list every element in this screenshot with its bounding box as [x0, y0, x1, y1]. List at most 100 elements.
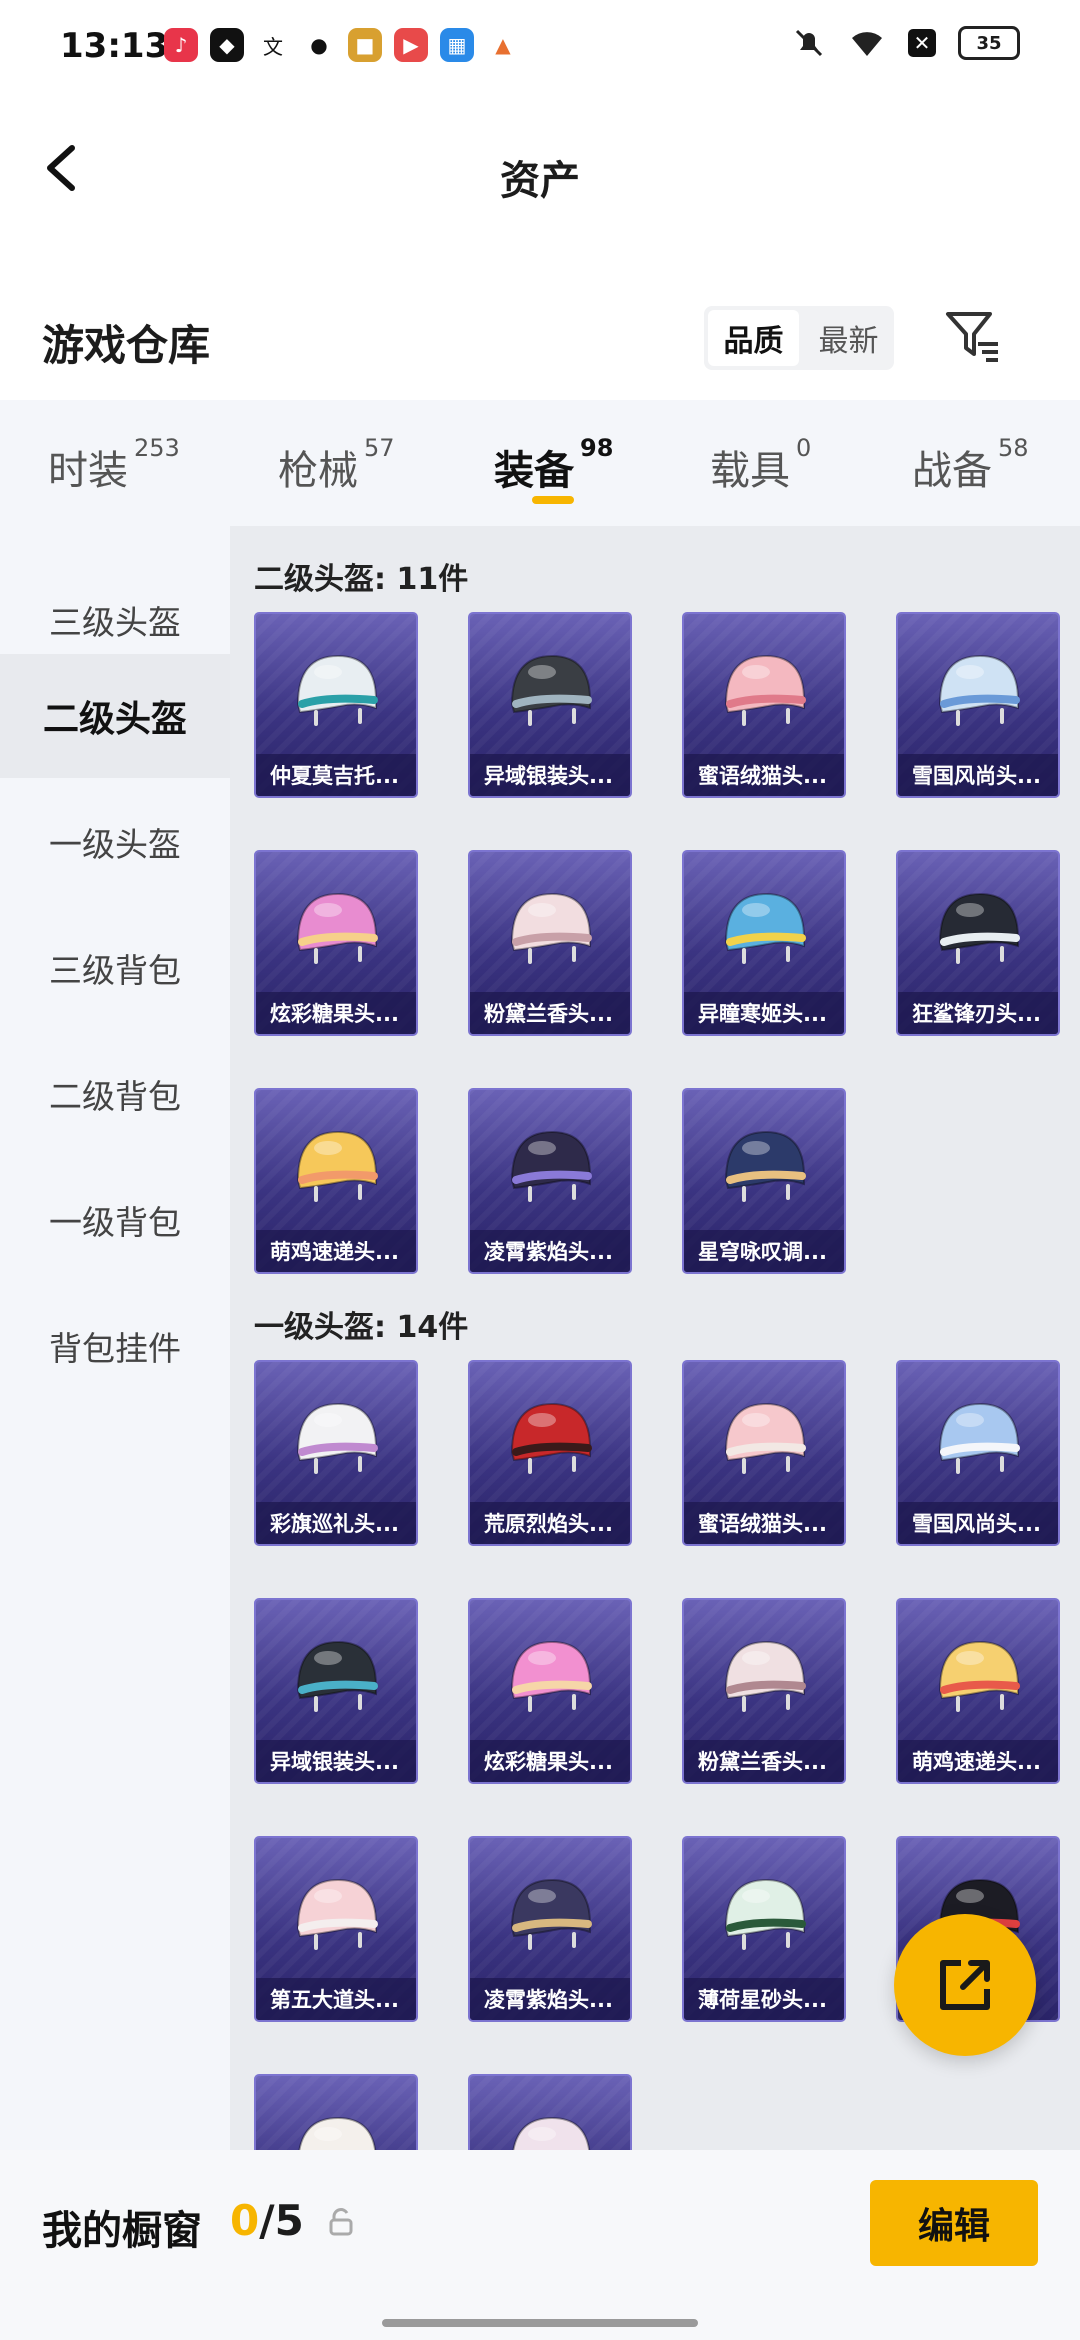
helmet-icon: [512, 2116, 591, 2150]
helmet-icon: [510, 654, 592, 726]
edit-button[interactable]: 编辑: [870, 2180, 1038, 2266]
item-name: 炫彩糖果头...: [470, 1740, 630, 1782]
sidebar-item-backpack-charm[interactable]: 背包挂件: [0, 1284, 230, 1408]
helmet-icon: [296, 1130, 378, 1202]
item-card[interactable]: 炫彩糖果头...: [254, 850, 418, 1036]
showcase-label: 我的橱窗: [42, 2208, 202, 2254]
helmet-icon: [296, 1878, 378, 1950]
tab-vehicles[interactable]: 载具 0: [710, 434, 811, 496]
item-card[interactable]: [468, 2074, 632, 2150]
item-card[interactable]: 异域银装头...: [468, 612, 632, 798]
status-indicators: ✕ 35: [792, 26, 1020, 60]
status-time: 13:13: [60, 26, 169, 66]
item-name: 狂鲨锋刃头...: [898, 992, 1058, 1034]
sort-quality-button[interactable]: 品质: [708, 310, 799, 366]
helmet-icon: [510, 1878, 592, 1950]
helmet-icon: [510, 1640, 592, 1712]
helmet-icon: [296, 1640, 378, 1712]
item-name: 萌鸡速递头...: [898, 1740, 1058, 1782]
item-card[interactable]: 粉黛兰香头...: [468, 850, 632, 1036]
item-card[interactable]: 异瞳寒姬头...: [682, 850, 846, 1036]
section-title-lv1: 一级头盔: 14件: [254, 1310, 469, 1345]
item-name: 荒原烈焰头...: [470, 1502, 630, 1544]
close-notification-icon: ✕: [908, 29, 936, 57]
item-name: 凌霄紫焰头...: [470, 1978, 630, 2020]
item-card[interactable]: [254, 2074, 418, 2150]
helmet-icon: [938, 654, 1020, 726]
battery-indicator: 35: [958, 26, 1020, 60]
item-name: 凌霄紫焰头...: [470, 1230, 630, 1272]
item-name: 雪国风尚头...: [898, 1502, 1058, 1544]
sidebar-item-lv3-backpack[interactable]: 三级背包: [0, 906, 230, 1030]
helmet-icon: [296, 892, 378, 964]
item-card[interactable]: 第五大道头...: [254, 1836, 418, 2022]
item-name: 异瞳寒姬头...: [684, 992, 844, 1034]
game2-app-icon: ▲: [486, 28, 520, 62]
sidebar-item-lv1-backpack[interactable]: 一级背包: [0, 1158, 230, 1282]
item-name: 蜜语绒猫头...: [684, 754, 844, 796]
helmet-icon: [938, 1640, 1020, 1712]
share-button[interactable]: [894, 1914, 1036, 2056]
section-title-lv2: 二级头盔: 11件: [254, 562, 469, 597]
helmet-icon: [510, 892, 592, 964]
helmet-icon: [938, 892, 1020, 964]
sort-toggle: 品质 最新: [704, 306, 894, 370]
item-card[interactable]: 蜜语绒猫头...: [682, 612, 846, 798]
item-card[interactable]: 蜜语绒猫头...: [682, 1360, 846, 1546]
item-name: 异域银装头...: [470, 754, 630, 796]
top-bar: 资产: [0, 110, 1080, 230]
tab-supplies[interactable]: 战备 58: [912, 434, 1029, 496]
item-card[interactable]: 彩旗巡礼头...: [254, 1360, 418, 1546]
item-card[interactable]: 萌鸡速递头...: [254, 1088, 418, 1274]
item-card[interactable]: 凌霄紫焰头...: [468, 1088, 632, 1274]
item-card[interactable]: 星穹咏叹调...: [682, 1088, 846, 1274]
item-name: 粉黛兰香头...: [470, 992, 630, 1034]
item-card[interactable]: 荒原烈焰头...: [468, 1360, 632, 1546]
item-name: 蜜语绒猫头...: [684, 1502, 844, 1544]
item-name: 第五大道头...: [256, 1978, 416, 2020]
helmet-icon: [298, 2116, 377, 2150]
item-name: 雪国风尚头...: [898, 754, 1058, 796]
filter-icon[interactable]: [944, 310, 1000, 364]
sort-newest-button[interactable]: 最新: [803, 306, 894, 370]
item-name: 彩旗巡礼头...: [256, 1502, 416, 1544]
music-app-icon: ♪: [164, 28, 198, 62]
item-card[interactable]: 仲夏莫吉托...: [254, 612, 418, 798]
calendar-app-icon: ▦: [440, 28, 474, 62]
home-indicator[interactable]: [382, 2319, 698, 2327]
helmet-icon: [724, 892, 806, 964]
sidebar: 三级头盔 二级头盔 一级头盔 三级背包 二级背包 一级背包 背包挂件: [0, 526, 230, 2150]
item-name: 星穹咏叹调...: [684, 1230, 844, 1272]
item-card[interactable]: 异域银装头...: [254, 1598, 418, 1784]
notification-icons: ♪ ◆ 文 ● ■ ▶ ▦ ▲: [164, 28, 520, 62]
item-card[interactable]: 凌霄紫焰头...: [468, 1836, 632, 2022]
item-card[interactable]: 雪国风尚头...: [896, 612, 1060, 798]
item-grid-area: 二级头盔: 11件 一级头盔: 14件 仲夏莫吉托... 异域银装头... 蜜语绒猫…: [230, 526, 1080, 2150]
item-card[interactable]: 萌鸡速递头...: [896, 1598, 1060, 1784]
page-title: 资产: [500, 158, 580, 204]
item-card[interactable]: 薄荷星砂头...: [682, 1836, 846, 2022]
sidebar-item-lv2-helmet[interactable]: 二级头盔: [0, 654, 230, 778]
wifi-icon: [852, 32, 882, 56]
helmet-icon: [296, 1402, 378, 1474]
item-card[interactable]: 炫彩糖果头...: [468, 1598, 632, 1784]
item-name: 薄荷星砂头...: [684, 1978, 844, 2020]
tab-fashion[interactable]: 时装 253: [48, 434, 180, 496]
category-tabs: 时装 253 枪械 57 装备 98 载具 0 战备 58: [0, 400, 1080, 526]
text-app-icon: 文: [256, 28, 290, 62]
helmet-icon: [724, 1640, 806, 1712]
tab-equipment[interactable]: 装备 98: [494, 434, 613, 496]
helmet-icon: [724, 654, 806, 726]
warehouse-title: 游戏仓库: [42, 321, 211, 370]
item-name: 萌鸡速递头...: [256, 1230, 416, 1272]
sidebar-item-lv2-backpack[interactable]: 二级背包: [0, 1032, 230, 1156]
item-card[interactable]: 粉黛兰香头...: [682, 1598, 846, 1784]
mute-icon: [795, 29, 823, 57]
tab-firearms[interactable]: 枪械 57: [278, 434, 395, 496]
helmet-icon: [510, 1130, 592, 1202]
helmet-icon: [938, 1402, 1020, 1474]
item-card[interactable]: 雪国风尚头...: [896, 1360, 1060, 1546]
sidebar-item-lv1-helmet[interactable]: 一级头盔: [0, 780, 230, 904]
item-card[interactable]: 狂鲨锋刃头...: [896, 850, 1060, 1036]
helmet-icon: [724, 1130, 806, 1202]
